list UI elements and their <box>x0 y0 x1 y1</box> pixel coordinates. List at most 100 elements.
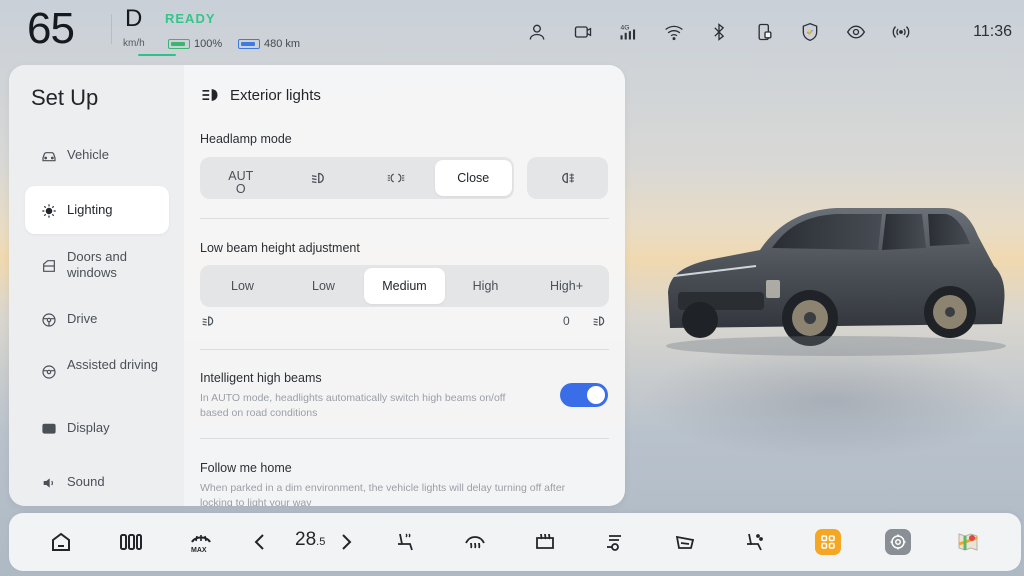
battery-level: 100% <box>168 38 222 50</box>
sidebar-item-display[interactable]: Display <box>25 420 169 440</box>
sidebar-item-label: Sound <box>67 474 105 489</box>
max-defrost-icon[interactable]: MAX <box>186 527 216 557</box>
low-beam-option-low-2[interactable]: Low <box>283 268 364 304</box>
network-label: 4G <box>621 25 630 32</box>
eye-icon[interactable] <box>833 18 879 46</box>
status-bar: 65 D km/h READY 100% 480 km 4G 11:36 <box>0 0 1024 62</box>
sidebar-item-label: Drive <box>67 311 98 326</box>
vehicle-image <box>666 208 1006 356</box>
settings-title: Set Up <box>31 85 99 110</box>
settings-sidebar: Set Up Vehicle Lighting Doors and window… <box>9 65 184 506</box>
range-battery-icon <box>238 39 260 49</box>
home-icon[interactable] <box>46 527 76 557</box>
sidebar-item-vehicle[interactable]: Vehicle <box>25 147 169 167</box>
settings-icon[interactable] <box>883 527 913 557</box>
sidebar-item-assisted-driving[interactable]: Assisted driving <box>25 357 169 381</box>
low-beam-range-indicators: 0 <box>200 313 609 329</box>
rear-defrost-icon[interactable] <box>530 527 560 557</box>
status-icons: 4G <box>515 18 925 46</box>
range-value: 480 km <box>264 38 301 50</box>
headlamp-option-position-lights[interactable] <box>357 160 435 196</box>
section-title-text: Exterior lights <box>230 86 321 104</box>
sidebar-item-lighting[interactable]: Lighting <box>25 186 169 234</box>
status-divider <box>111 14 112 44</box>
apps-icon[interactable] <box>813 527 843 557</box>
door-icon <box>41 258 57 274</box>
headlamp-mode-label: Headlamp mode <box>200 132 292 146</box>
bottom-dock: MAX 28.5 <box>9 513 1021 571</box>
position-lights-icon <box>387 173 404 183</box>
gear-indicator: D <box>125 5 143 32</box>
dashcam-icon[interactable] <box>560 18 606 46</box>
low-beam-option-low-1[interactable]: Low <box>202 268 283 304</box>
temp-up-icon[interactable] <box>331 527 361 557</box>
follow-me-home-label: Follow me home <box>200 461 292 475</box>
low-beam-icon <box>312 172 325 184</box>
bluetooth-icon[interactable] <box>697 18 743 46</box>
low-beam-icon <box>202 316 214 326</box>
auto-label-line2: O <box>235 182 246 196</box>
cellular-4g-icon: 4G <box>606 18 652 46</box>
shield-icon[interactable] <box>788 18 834 46</box>
settings-panel: Set Up Vehicle Lighting Doors and window… <box>9 65 625 506</box>
person-icon[interactable] <box>515 18 561 46</box>
card-icon[interactable] <box>742 18 788 46</box>
wifi-icon[interactable] <box>651 18 697 46</box>
sidebar-item-sound[interactable]: Sound <box>25 474 169 494</box>
low-beam-option-medium[interactable]: Medium <box>364 268 445 304</box>
settings-content: Exterior lights Headlamp mode AUT O Clos… <box>184 65 625 506</box>
display-icon <box>41 421 57 437</box>
intelligent-high-beams-description: In AUTO mode, headlights automatically s… <box>200 392 506 419</box>
massage-seat-icon[interactable] <box>740 527 770 557</box>
headlamp-option-auto[interactable]: AUT O <box>202 160 280 196</box>
ready-indicator: READY <box>165 11 216 26</box>
divider <box>200 438 609 439</box>
status-accent-line <box>138 54 176 56</box>
speaker-icon <box>41 475 57 491</box>
temp-down-icon[interactable] <box>245 527 275 557</box>
sidebar-item-label: Vehicle <box>67 147 109 162</box>
fan-icon[interactable] <box>600 527 630 557</box>
headlamp-option-close[interactable]: Close <box>434 160 512 196</box>
seat-ventilation-icon[interactable] <box>670 527 700 557</box>
maps-icon[interactable] <box>953 527 983 557</box>
low-beam-min-value: 0 <box>563 314 570 328</box>
clock: 11:36 <box>973 23 1012 40</box>
speed-unit: km/h <box>123 38 145 49</box>
infotainment-screen: 65 D km/h READY 100% 480 km 4G 11:36 Set… <box>0 0 1024 576</box>
fog-light-icon <box>561 172 574 184</box>
low-beam-option-high-plus[interactable]: High+ <box>526 268 607 304</box>
battery-percent: 100% <box>194 38 223 50</box>
sidebar-item-label: Lighting <box>67 202 113 217</box>
range-indicator: 480 km <box>238 38 300 50</box>
headlamp-mode-selector: AUT O Close <box>200 157 514 199</box>
lightbulb-icon <box>41 203 57 219</box>
low-beam-option-high[interactable]: High <box>445 268 526 304</box>
low-beam-icon <box>593 316 605 326</box>
section-title: Exterior lights <box>200 85 321 105</box>
headlight-icon <box>202 89 218 101</box>
sidebar-item-label: Display <box>67 420 110 435</box>
follow-me-home-description: When parked in a dim environment, the ve… <box>200 482 566 506</box>
sidebar-item-label: Assisted driving <box>67 357 159 372</box>
steering-wheel-icon <box>41 312 57 328</box>
temperature-value: 28 <box>295 529 317 550</box>
split-view-icon[interactable] <box>116 527 146 557</box>
svg-text:MAX: MAX <box>191 547 207 554</box>
temperature-readout: 28.5 <box>295 529 325 551</box>
sidebar-item-label: Doors and windows <box>67 249 127 280</box>
headlamp-option-low-beam[interactable] <box>280 160 358 196</box>
divider <box>200 218 609 219</box>
fog-light-button[interactable] <box>527 157 608 199</box>
seat-heat-icon[interactable] <box>390 527 420 557</box>
front-defrost-icon[interactable] <box>460 527 490 557</box>
divider <box>200 349 609 350</box>
intelligent-high-beams-toggle[interactable] <box>560 383 608 407</box>
hotspot-icon[interactable] <box>879 18 925 46</box>
sidebar-item-drive[interactable]: Drive <box>25 311 169 331</box>
battery-icon <box>168 39 190 49</box>
apps-tile <box>815 529 841 555</box>
sidebar-item-doors-windows[interactable]: Doors and windows <box>25 249 169 285</box>
low-beam-height-selector: Low Low Medium High High+ <box>200 265 609 307</box>
speed-readout: 65 <box>27 4 75 53</box>
